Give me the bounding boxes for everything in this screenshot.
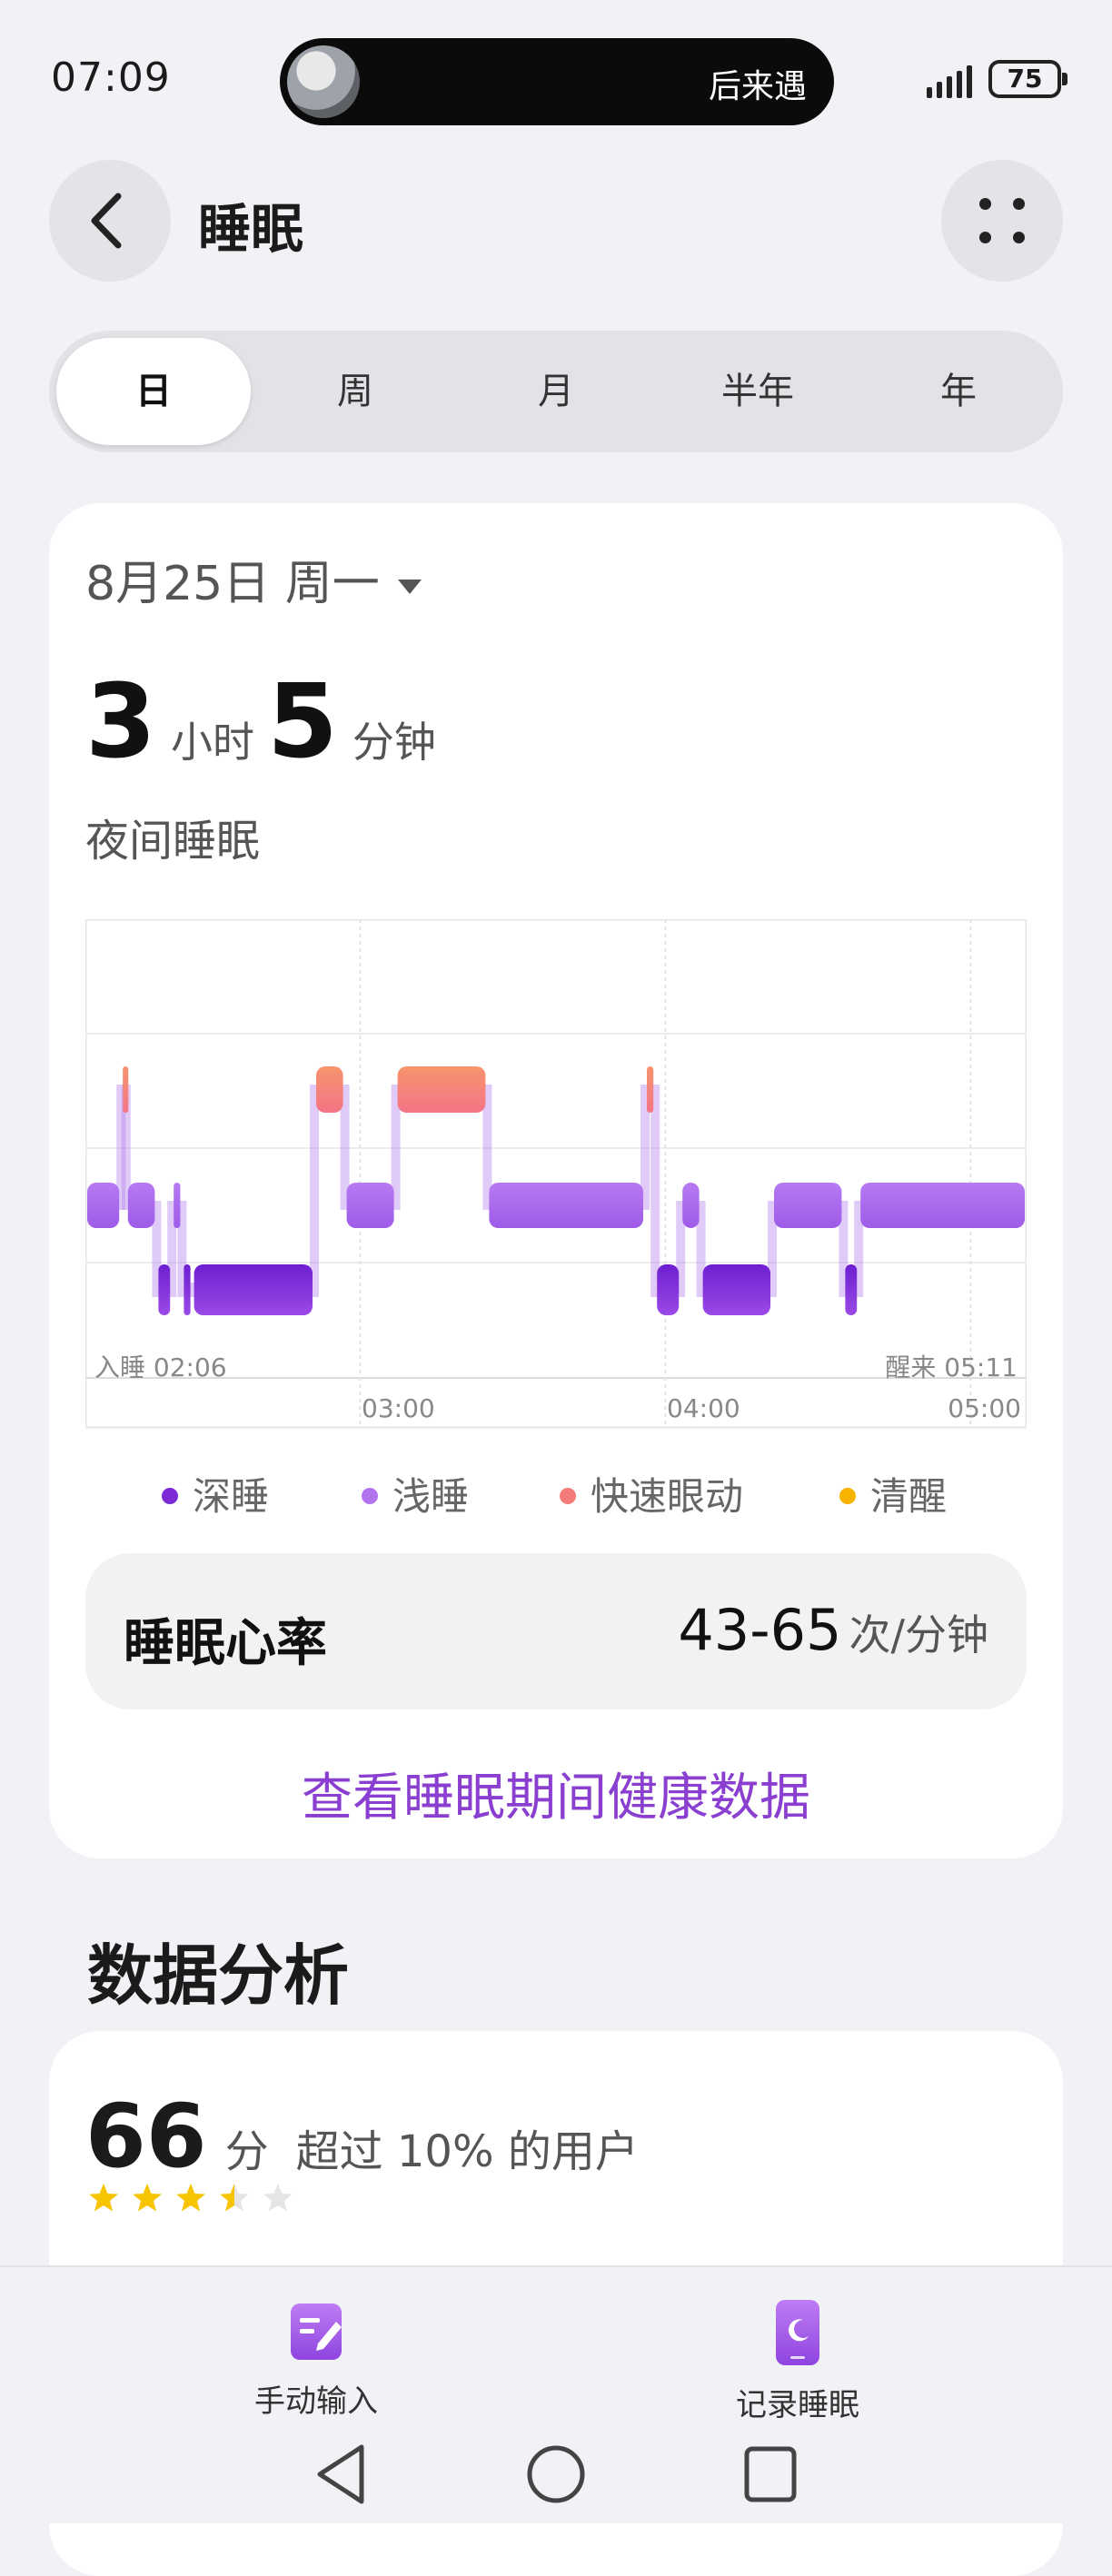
period-tabs: 日 周 月 半年 年 [49,331,1063,452]
record-sleep-button[interactable]: 记录睡眠 [661,2298,934,2424]
chart-frame [85,919,1027,1429]
signal-icon [927,65,972,98]
chart-legend: 深睡 浅睡 快速眼动 清醒 [49,1466,1063,1521]
sleep-segment-deep [845,1264,858,1315]
now-playing-title: 后来遇 [708,68,807,105]
bottom-action-bar: 手动输入 记录睡眠 [0,2265,1112,2523]
rem-dot-icon [560,1487,576,1504]
x-tick-label: 04:00 [667,1393,740,1423]
star-icon [263,2184,293,2212]
duration-hours-unit: 小时 [170,718,254,767]
sleep-segment-light [346,1183,394,1228]
heart-rate-label: 睡眠心率 [124,1614,327,1673]
sleep-stage-chart[interactable]: 入睡 02:06 醒来 05:11 03:00 04:00 05:00 [85,919,1027,1437]
sleep-segment-rem [397,1066,486,1113]
sleep-duration: 3 小时 5 分钟 [85,663,449,781]
stage-transition [310,1085,319,1297]
star-rating [89,2184,293,2212]
page-title: 睡眠 [198,198,304,260]
date-selector[interactable]: 8月25日 周一 [85,545,422,613]
sleep-summary-card: 8月25日 周一 3 小时 5 分钟 夜间睡眠 入睡 02:06 醒来 05:11 0… [49,503,1063,1858]
sleep-segment-deep [657,1264,680,1315]
caret-down-icon [397,580,422,594]
nav-back-icon[interactable] [313,2442,371,2507]
sleep-segment-rem [316,1066,343,1113]
star-icon [133,2184,162,2212]
dynamic-island-media[interactable]: 后来遇 [280,38,834,125]
record-sleep-icon [776,2300,819,2365]
back-arrow-icon [91,193,122,249]
legend-awake: 清醒 [839,1466,947,1521]
score-value: 66 [85,2086,207,2187]
x-tick-label: 03:00 [362,1393,435,1423]
score-description: 超过 10% 的用户 [295,2126,639,2177]
view-health-data-link[interactable]: 查看睡眠期间健康数据 [49,1757,1063,1830]
wake-end-label: 醒来 05:11 [885,1352,1018,1382]
legend-light: 浅睡 [362,1466,469,1521]
duration-minutes: 5 [266,663,338,781]
star-icon [89,2184,118,2212]
manual-input-button[interactable]: 手动输入 [180,2298,452,2421]
legend-rem: 快速眼动 [560,1466,743,1521]
status-bar: 07:09 后来遇 75 [0,0,1112,154]
sleep-segment-light [774,1183,842,1228]
stage-transition [650,1085,660,1297]
analysis-section-title: 数据分析 [87,1937,350,2014]
tab-year[interactable]: 年 [861,338,1056,445]
battery-indicator: 75 [988,60,1067,98]
x-tick-label: 05:00 [948,1393,1021,1423]
sleep-segment-rem [647,1066,654,1113]
sleep-segment-light [489,1183,643,1228]
sleep-segment-deep [184,1264,191,1315]
star-icon [220,2184,249,2212]
score-unit: 分 [224,2126,269,2177]
nav-home-icon[interactable] [525,2442,587,2507]
back-button[interactable] [49,160,171,282]
legend-deep: 深睡 [162,1466,269,1521]
heart-rate-value: 43-65 次/分钟 [678,1597,988,1663]
tab-half-year[interactable]: 半年 [660,338,855,445]
duration-hours: 3 [85,663,156,781]
awake-dot-icon [839,1487,856,1504]
sleep-start-label: 入睡 02:06 [94,1352,227,1382]
sleep-segment-deep [158,1264,171,1315]
status-time: 07:09 [51,54,171,101]
sleep-heart-rate[interactable]: 睡眠心率 43-65 次/分钟 [85,1553,1027,1709]
light-dot-icon [362,1487,378,1504]
record-sleep-label: 记录睡眠 [736,2387,859,2423]
star-icon [176,2184,205,2212]
manual-input-label: 手动输入 [254,2383,378,2420]
sleep-segment-light [174,1183,181,1228]
sleep-segment-light [682,1183,700,1228]
more-button[interactable] [941,160,1063,282]
manual-input-icon [291,2304,342,2360]
heart-rate-unit: 次/分钟 [849,1610,989,1660]
sleep-segment-deep [194,1264,313,1315]
deep-dot-icon [162,1487,178,1504]
sleep-score: 66 分超过 10% 的用户 [85,2086,639,2187]
sleep-segment-light [860,1183,1025,1228]
tab-day[interactable]: 日 [56,338,251,445]
sleep-segment-light [87,1183,120,1228]
album-art [287,45,360,118]
sleep-segment-light [127,1183,155,1228]
sleep-segment-deep [702,1264,770,1315]
sleep-type-label: 夜间睡眠 [85,816,261,867]
date-label: 8月25日 周一 [85,557,380,611]
tab-month[interactable]: 月 [459,338,653,445]
duration-minutes-unit: 分钟 [352,718,436,767]
tab-week[interactable]: 周 [258,338,452,445]
nav-recents-icon[interactable] [741,2442,799,2507]
sleep-segment-rem [123,1066,129,1113]
